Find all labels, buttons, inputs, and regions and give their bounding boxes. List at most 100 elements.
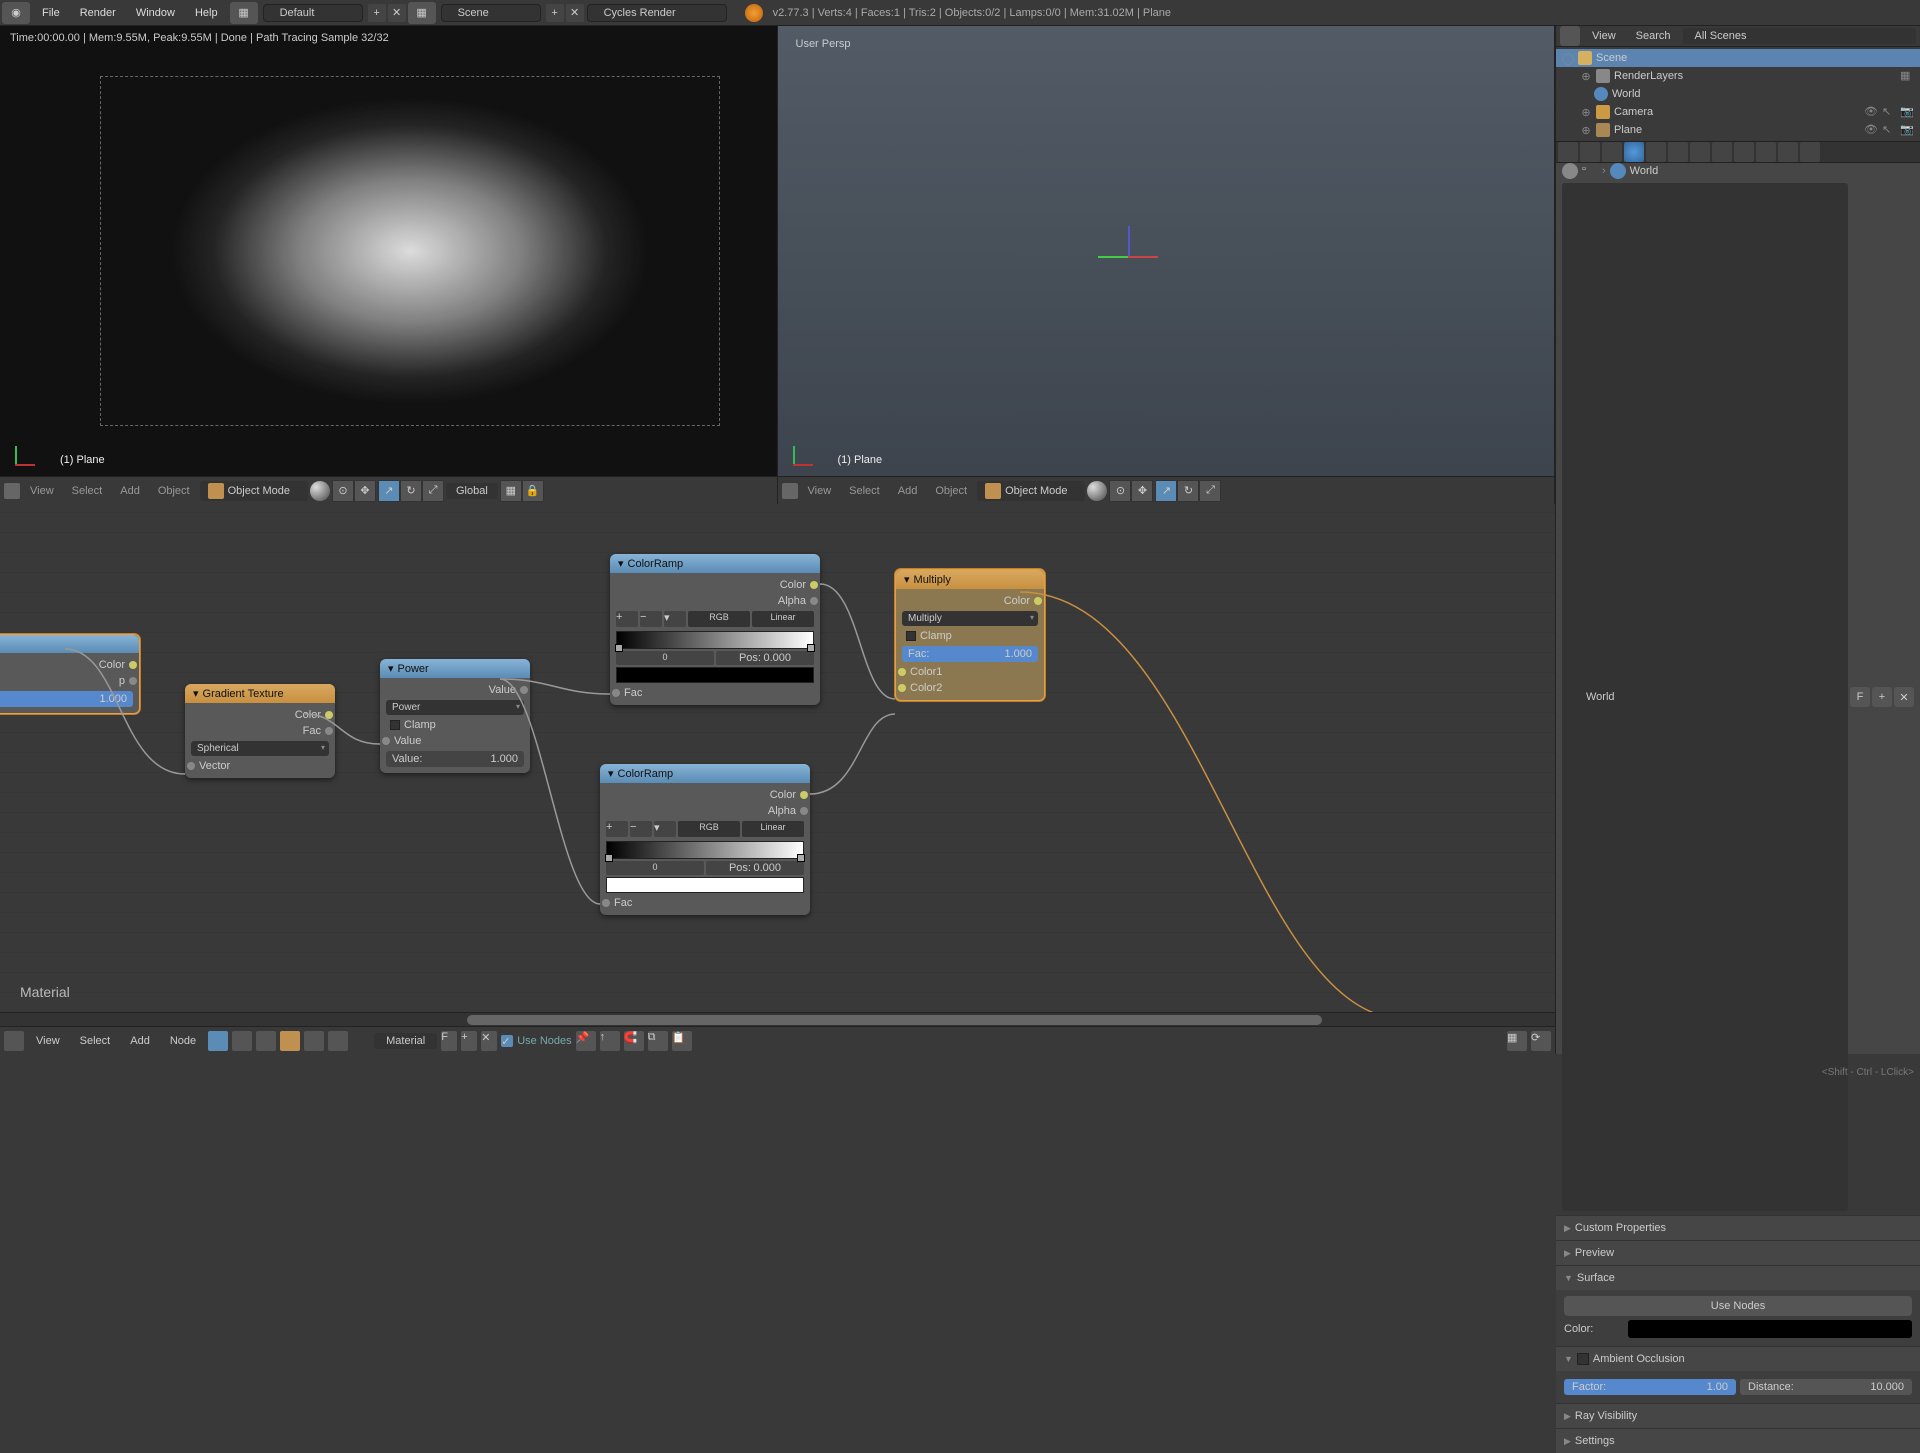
blender-icon[interactable]: ◉ — [2, 2, 30, 24]
stop-pos[interactable]: Pos: 0.000 — [716, 651, 814, 665]
node-colorramp-2[interactable]: ▾ColorRamp Color Alpha + − ▾ RGB Linear … — [600, 764, 810, 915]
scale-icon[interactable]: ⤢ — [1199, 480, 1221, 502]
menu-select[interactable]: Select — [72, 1035, 119, 1047]
copy-icon[interactable]: ⧉ — [648, 1031, 668, 1051]
stop-color-swatch[interactable] — [616, 667, 814, 683]
tab-material-icon[interactable] — [1734, 142, 1754, 162]
ramp-gradient[interactable] — [616, 631, 814, 649]
shading-icon[interactable] — [310, 481, 330, 501]
fac-field[interactable]: Fac:1.000 — [902, 646, 1038, 662]
remove-stop-icon[interactable]: − — [630, 821, 652, 837]
ramp-gradient[interactable] — [606, 841, 804, 859]
gradient-type-dropdown[interactable]: Spherical — [191, 741, 329, 756]
render-icon[interactable]: 📷 — [1900, 105, 1914, 119]
transform-manipulator-icon[interactable] — [1098, 226, 1158, 286]
tab-render-icon[interactable] — [1558, 142, 1578, 162]
material-slot-icon[interactable] — [352, 1032, 370, 1050]
menu-add[interactable]: Add — [112, 485, 148, 497]
scale-icon[interactable]: ⤢ — [422, 480, 444, 502]
scene-browse-icon[interactable]: ▦ — [408, 2, 436, 24]
manipulator-icon[interactable]: ✥ — [1131, 480, 1153, 502]
math-op-dropdown[interactable]: Power — [386, 700, 524, 715]
ao-factor-field[interactable]: Factor:1.00 — [1564, 1379, 1736, 1395]
menu-view[interactable]: View — [22, 485, 62, 497]
tab-world-icon[interactable] — [1624, 142, 1644, 162]
translate-icon[interactable]: ↗ — [1155, 480, 1177, 502]
cursor-icon[interactable]: ↖ — [1882, 123, 1896, 137]
lock-layers-icon[interactable]: 🔒 — [522, 480, 544, 502]
object-icon[interactable] — [280, 1031, 300, 1051]
node-power[interactable]: ▾Power Value Power Clamp Value Value:1.0… — [380, 659, 530, 773]
panel-ray-visibility[interactable]: ▶Ray Visibility — [1556, 1404, 1920, 1428]
render-engine-dropdown[interactable]: Cycles Render — [587, 4, 727, 22]
world-icon[interactable] — [304, 1031, 324, 1051]
stop-index[interactable]: 0 — [606, 861, 704, 875]
stop-color-swatch[interactable] — [606, 877, 804, 893]
ramp-mode[interactable]: RGB — [688, 611, 750, 627]
restrict-icon[interactable]: ▦ — [1900, 69, 1914, 83]
node-colorramp-1[interactable]: ▾ColorRamp Color Alpha + − ▾ RGB Linear … — [610, 554, 820, 705]
material-dropdown[interactable]: Material — [374, 1033, 437, 1049]
menu-object[interactable]: Object — [150, 485, 198, 497]
node-multiply[interactable]: ▾Multiply Color Multiply Clamp Fac:1.000… — [895, 569, 1045, 701]
eye-icon[interactable]: 👁 — [1864, 123, 1878, 137]
tab-data-icon[interactable] — [1712, 142, 1732, 162]
image-editor-viewport[interactable]: Time:00:00.00 | Mem:9.55M, Peak:9.55M | … — [0, 26, 778, 476]
stop-pos[interactable]: Pos: 0.000 — [706, 861, 804, 875]
menu-window[interactable]: Window — [126, 7, 185, 19]
menu-select[interactable]: Select — [64, 485, 111, 497]
scene-icon[interactable]: ▫ — [1582, 163, 1598, 179]
menu-node[interactable]: Node — [162, 1035, 204, 1047]
snapping-icon[interactable]: 🧲 — [624, 1031, 644, 1051]
cursor-icon[interactable]: ↖ — [1882, 105, 1896, 119]
menu-help[interactable]: Help — [185, 7, 228, 19]
menu-object[interactable]: Object — [927, 485, 975, 497]
ramp-mode[interactable]: RGB — [678, 821, 740, 837]
panel-ambient-occlusion[interactable]: ▼Ambient Occlusion — [1556, 1347, 1920, 1371]
stop-index[interactable]: 0 — [616, 651, 714, 665]
rotate-icon[interactable]: ↻ — [1177, 480, 1199, 502]
world-color-swatch[interactable] — [1628, 1320, 1912, 1338]
panel-custom-properties[interactable]: ▶Custom Properties — [1556, 1216, 1920, 1240]
mix-op-dropdown[interactable]: Multiply — [902, 611, 1038, 626]
add-material-icon[interactable]: + — [461, 1031, 477, 1051]
fake-user-button[interactable]: F — [1850, 687, 1870, 707]
ramp-menu-icon[interactable]: ▾ — [664, 611, 686, 627]
editor-type-icon[interactable] — [782, 483, 798, 499]
pin-icon[interactable] — [1562, 163, 1578, 179]
remove-scene-icon[interactable]: ✕ — [566, 4, 584, 22]
panel-preview[interactable]: ▶Preview — [1556, 1241, 1920, 1265]
outliner-view[interactable]: View — [1584, 30, 1624, 42]
use-nodes-checkbox[interactable]: ✓Use Nodes — [501, 1035, 571, 1047]
node-gradient-texture[interactable]: ▾Gradient Texture Color Fac Spherical Ve… — [185, 684, 335, 778]
menu-render[interactable]: Render — [70, 7, 126, 19]
menu-view[interactable]: View — [28, 1035, 68, 1047]
use-nodes-button[interactable]: Use Nodes — [1564, 1296, 1912, 1316]
editor-type-icon[interactable] — [1560, 26, 1580, 46]
layers-icon[interactable]: ▦ — [500, 480, 522, 502]
remove-layout-icon[interactable]: ✕ — [388, 4, 406, 22]
clamp-checkbox[interactable]: Clamp — [386, 717, 524, 733]
add-world-icon[interactable]: + — [1872, 687, 1892, 707]
tab-texture-icon[interactable] — [1756, 142, 1776, 162]
outliner-item-camera[interactable]: ⊕Camera👁↖📷 — [1556, 103, 1920, 121]
tab-constraints-icon[interactable] — [1668, 142, 1688, 162]
menu-add[interactable]: Add — [122, 1035, 158, 1047]
outliner[interactable]: ◯Scene ⊕RenderLayers▦ World ⊕Camera👁↖📷 ⊕… — [1556, 47, 1920, 141]
editor-type-icon[interactable] — [4, 483, 20, 499]
translate-icon[interactable]: ↗ — [378, 480, 400, 502]
add-stop-icon[interactable]: + — [606, 821, 628, 837]
tab-modifiers-icon[interactable] — [1690, 142, 1710, 162]
layout-dropdown[interactable]: Default — [263, 4, 363, 22]
compositor-tree-icon[interactable] — [232, 1031, 252, 1051]
node-editor[interactable]: Color p 1.000 ▾Gradient Texture Color Fa… — [0, 504, 1555, 1012]
panel-settings[interactable]: ▶Settings — [1556, 1429, 1920, 1453]
tab-particles-icon[interactable] — [1778, 142, 1798, 162]
ramp-interp[interactable]: Linear — [752, 611, 814, 627]
orientation-dropdown[interactable]: Global — [446, 483, 498, 499]
remove-stop-icon[interactable]: − — [640, 611, 662, 627]
ao-checkbox[interactable] — [1577, 1353, 1589, 1365]
backdrop-icon[interactable]: ▦ — [1507, 1031, 1527, 1051]
mode-dropdown[interactable]: Object Mode — [977, 481, 1085, 501]
render-icon[interactable]: 📷 — [1900, 123, 1914, 137]
